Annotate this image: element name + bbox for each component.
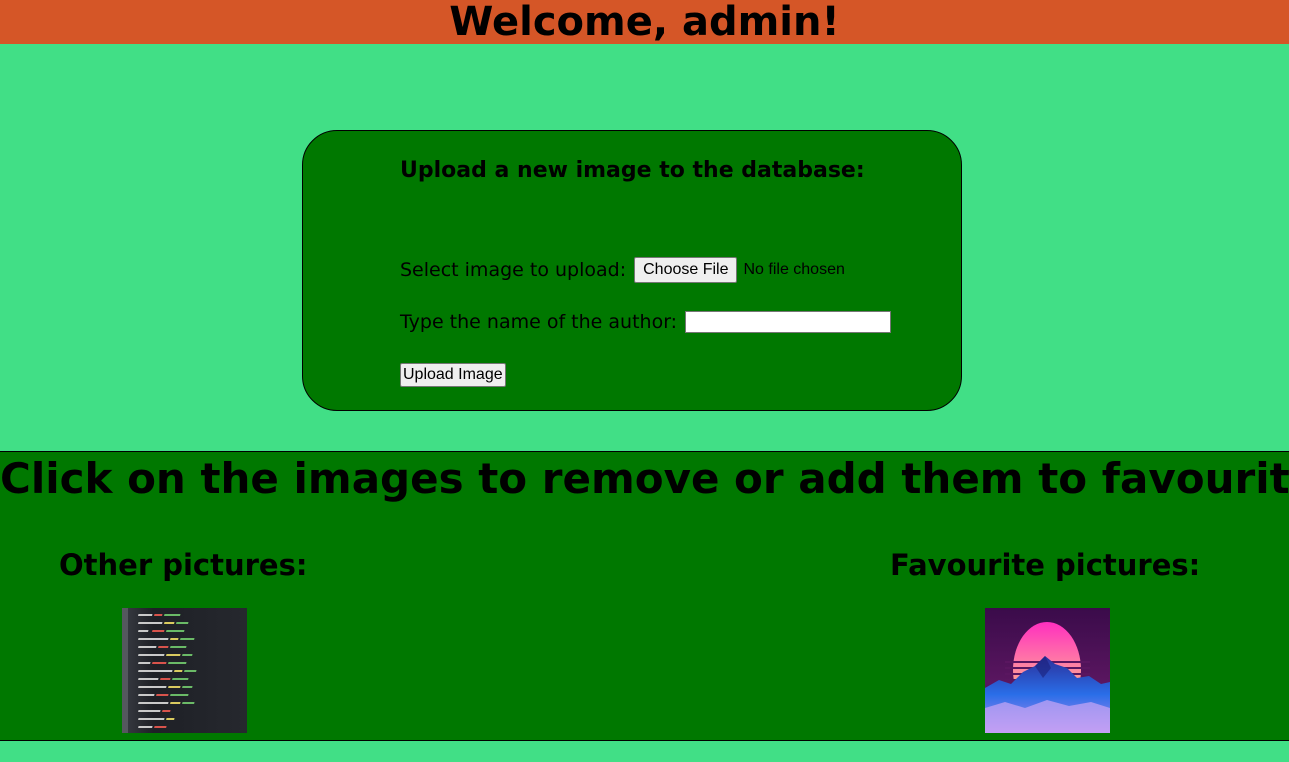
code-screenshot-thumbnail[interactable] xyxy=(122,608,247,733)
upload-form-title: Upload a new image to the database: xyxy=(400,158,865,183)
choose-file-button[interactable]: Choose File xyxy=(634,257,738,283)
gallery-section: Click on the images to remove or add the… xyxy=(0,451,1289,741)
upload-form-panel: Upload a new image to the database: Sele… xyxy=(302,130,962,411)
page-title: Welcome, admin! xyxy=(449,0,840,45)
author-input[interactable] xyxy=(685,311,892,333)
file-status-text: No file chosen xyxy=(743,261,845,278)
welcome-header: Welcome, admin! xyxy=(0,0,1289,44)
code-image xyxy=(122,608,247,733)
submit-row: Upload Image xyxy=(400,363,506,387)
synthwave-mountain-thumbnail[interactable] xyxy=(985,608,1110,733)
other-pictures-heading: Other pictures: xyxy=(59,548,308,582)
file-select-row: Select image to upload: Choose File No f… xyxy=(400,257,845,283)
synthwave-image xyxy=(985,608,1110,733)
gallery-title: Click on the images to remove or add the… xyxy=(0,454,1289,503)
file-select-label: Select image to upload: xyxy=(400,259,627,281)
upload-image-button[interactable]: Upload Image xyxy=(400,363,506,387)
author-row: Type the name of the author: xyxy=(400,311,892,333)
favourite-pictures-heading: Favourite pictures: xyxy=(890,548,1201,582)
author-label: Type the name of the author: xyxy=(400,311,678,333)
